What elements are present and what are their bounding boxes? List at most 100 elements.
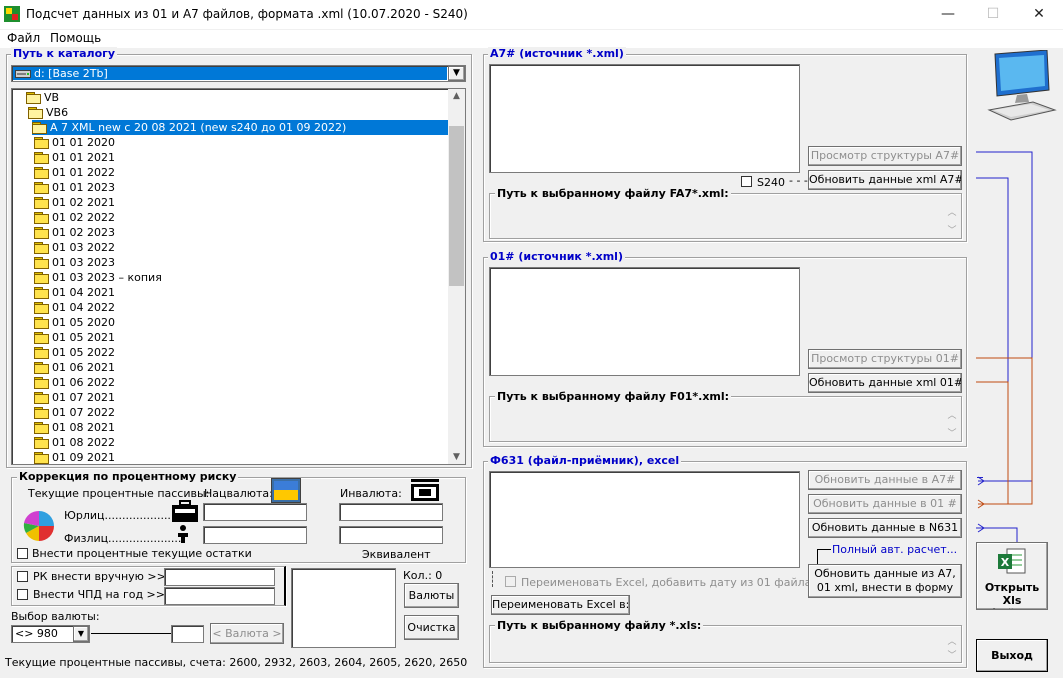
tree-folder-item[interactable]: 01 02 2021 bbox=[34, 195, 115, 210]
legal-label: Юрлиц bbox=[64, 509, 105, 522]
chevron-down-icon: ▼ bbox=[453, 68, 460, 78]
f631-title: Ф631 (файл-приёмник), excel bbox=[488, 454, 682, 467]
a7-list-box[interactable] bbox=[489, 64, 800, 173]
folder-icon bbox=[34, 152, 49, 164]
o1-path-scroll-up-icon[interactable]: ︿ bbox=[945, 408, 959, 421]
currency-code-input[interactable] bbox=[171, 625, 204, 643]
tree-folder-item[interactable]: 01 06 2021 bbox=[34, 360, 115, 375]
tree-scroll-thumb[interactable] bbox=[449, 126, 464, 286]
f631-path-scroll-up-icon[interactable]: ︿ bbox=[945, 634, 959, 647]
s240-checkbox[interactable] bbox=[741, 176, 752, 187]
rk-manual-input[interactable] bbox=[164, 568, 275, 586]
window-title: Подсчет данных из 01 и А7 файлов, формат… bbox=[26, 7, 468, 21]
tree-folder-label: 01 08 2021 bbox=[52, 421, 115, 434]
currency-button[interactable]: < Валюта > bbox=[210, 623, 284, 644]
o1-path-label: Путь к выбранному файлу F01*.xml: bbox=[495, 390, 732, 403]
a7-path-scroll-down-icon[interactable]: ﹀ bbox=[945, 223, 959, 236]
folder-icon bbox=[34, 227, 49, 239]
tree-folder-item[interactable]: 01 04 2021 bbox=[34, 285, 115, 300]
open-xls-button[interactable]: X Открыть Xls файл... bbox=[976, 542, 1048, 610]
folder-icon bbox=[34, 287, 49, 299]
a7-title: А7# (источник *.xml) bbox=[488, 47, 626, 60]
full-auto-connector-v bbox=[817, 549, 818, 565]
add-balances-checkbox[interactable] bbox=[17, 548, 28, 559]
folder-icon bbox=[34, 422, 49, 434]
tree-folder-item[interactable]: 01 05 2021 bbox=[34, 330, 115, 345]
update-01-button[interactable]: Обновить данные в 01 # bbox=[808, 494, 962, 514]
menu-help[interactable]: Помощь bbox=[50, 31, 101, 45]
currency-list-box[interactable] bbox=[291, 568, 396, 648]
a7-path-scroll-up-icon[interactable]: ︿ bbox=[945, 205, 959, 218]
tree-folder-item[interactable]: 01 08 2021 bbox=[34, 420, 115, 435]
folder-icon bbox=[34, 437, 49, 449]
tree-folder-item[interactable]: VB bbox=[26, 90, 59, 105]
legal-national-input[interactable] bbox=[203, 503, 307, 521]
tree-folder-item[interactable]: 01 03 2023 – копия bbox=[34, 270, 162, 285]
f631-list-box[interactable] bbox=[489, 471, 800, 568]
legal-foreign-input[interactable] bbox=[339, 503, 443, 521]
tree-folder-label: 01 01 2020 bbox=[52, 136, 115, 149]
tree-folder-item[interactable]: 01 02 2022 bbox=[34, 210, 115, 225]
folder-icon bbox=[34, 362, 49, 374]
a7-view-structure-button[interactable]: Просмотр структуры А7# bbox=[808, 146, 962, 166]
tree-folder-item[interactable]: 01 06 2022 bbox=[34, 375, 115, 390]
tree-folder-label: 01 01 2022 bbox=[52, 166, 115, 179]
drive-dropdown-button[interactable]: ▼ bbox=[448, 66, 465, 81]
full-auto-link[interactable]: Полный авт. расчет... bbox=[832, 543, 957, 556]
o1-list-box[interactable] bbox=[489, 267, 800, 376]
tree-folder-item[interactable]: 01 01 2020 bbox=[34, 135, 115, 150]
tree-folder-item[interactable]: 01 01 2022 bbox=[34, 165, 115, 180]
tree-folder-item[interactable]: 01 07 2021 bbox=[34, 390, 115, 405]
exit-button[interactable]: Выход bbox=[976, 639, 1048, 672]
rename-excel-button[interactable]: Переименовать Excel в: bbox=[491, 595, 630, 615]
folder-icon bbox=[34, 242, 49, 254]
tree-folder-item[interactable]: A 7 XML new с 20 08 2021 (new s240 до 01… bbox=[32, 120, 448, 135]
currency-select-label: Выбор валюты: bbox=[11, 610, 100, 623]
individual-national-input[interactable] bbox=[203, 526, 307, 544]
tree-folder-label: 01 07 2022 bbox=[52, 406, 115, 419]
update-all-button[interactable]: Обновить данные из А7, 01 xml, внести в … bbox=[808, 564, 962, 598]
o1-view-structure-button[interactable]: Просмотр структуры 01# bbox=[808, 349, 962, 369]
individual-foreign-input[interactable] bbox=[339, 526, 443, 544]
foreign-currency-label: Инвалюта: bbox=[340, 487, 402, 500]
a7-update-data-button[interactable]: Обновить данные xml А7# bbox=[808, 170, 962, 190]
currency-dropdown-button[interactable]: ▼ bbox=[73, 626, 89, 642]
scroll-up-icon[interactable]: ▲ bbox=[448, 91, 465, 101]
folder-tree[interactable]: VB VB6 A 7 XML new с 20 08 2021 (new s240 … bbox=[11, 88, 466, 465]
tree-folder-item[interactable]: 01 02 2023 bbox=[34, 225, 115, 240]
clear-button[interactable]: Очистка bbox=[404, 615, 459, 640]
tree-folder-label: 01 07 2021 bbox=[52, 391, 115, 404]
tree-folder-item[interactable]: 01 01 2023 bbox=[34, 180, 115, 195]
tree-folder-item[interactable]: 01 01 2021 bbox=[34, 150, 115, 165]
tree-folder-item[interactable]: 01 09 2021 bbox=[34, 450, 115, 464]
f631-path-scroll-down-icon[interactable]: ﹀ bbox=[945, 648, 959, 661]
folder-icon bbox=[34, 182, 49, 194]
update-n631-button[interactable]: Обновить данные в N631 bbox=[808, 518, 962, 538]
o1-update-data-button[interactable]: Обновить данные xml 01# bbox=[808, 373, 962, 393]
tree-folder-item[interactable]: 01 05 2020 bbox=[34, 315, 115, 330]
chpd-year-label: Внести ЧПД на год >> bbox=[33, 588, 165, 601]
tree-folder-item[interactable]: 01 04 2022 bbox=[34, 300, 115, 315]
close-button[interactable]: ✕ bbox=[1016, 0, 1062, 30]
rk-manual-checkbox[interactable] bbox=[17, 571, 28, 582]
tree-folder-label: 01 03 2023 – копия bbox=[52, 271, 162, 284]
tree-folder-item[interactable]: 01 05 2022 bbox=[34, 345, 115, 360]
chpd-year-checkbox[interactable] bbox=[17, 589, 28, 600]
tree-folder-item[interactable]: VB6 bbox=[28, 105, 68, 120]
chpd-year-input[interactable] bbox=[164, 587, 275, 605]
tree-folder-item[interactable]: 01 03 2022 bbox=[34, 240, 115, 255]
tree-folder-item[interactable]: 01 03 2023 bbox=[34, 255, 115, 270]
update-a7-button[interactable]: Обновить данные в А7# bbox=[808, 470, 962, 490]
scroll-down-icon[interactable]: ▼ bbox=[448, 452, 465, 462]
rename-add-date-checkbox[interactable] bbox=[505, 576, 516, 587]
rename-add-date-label: Переименовать Excel, добавить дату из 01… bbox=[521, 576, 812, 589]
currencies-button[interactable]: Валюты bbox=[404, 583, 459, 608]
menu-file[interactable]: Файл bbox=[7, 31, 40, 45]
rename-connector bbox=[492, 571, 493, 587]
o1-path-scroll-down-icon[interactable]: ﹀ bbox=[945, 426, 959, 439]
tree-folder-item[interactable]: 01 07 2022 bbox=[34, 405, 115, 420]
tree-folder-item[interactable]: 01 08 2022 bbox=[34, 435, 115, 450]
maximize-button[interactable]: ☐ bbox=[970, 0, 1016, 30]
minimize-button[interactable]: — bbox=[925, 0, 971, 30]
tree-folder-label: A 7 XML new с 20 08 2021 (new s240 до 01… bbox=[50, 121, 347, 134]
